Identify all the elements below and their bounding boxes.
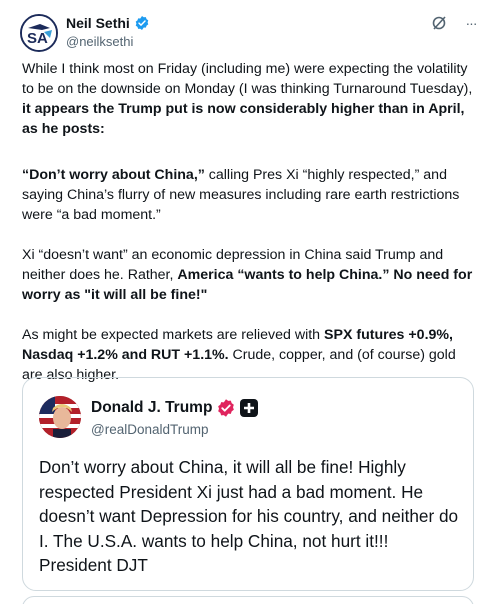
tweet-paragraph-3: Xi “doesn’t want” an economic depression… [22,245,474,305]
red-verified-icon [218,399,235,417]
grok-icon[interactable] [430,14,448,32]
more-label: ··· [465,15,478,31]
p4-text-1: As might be expected markets are relieve… [22,327,325,343]
quote-display-name[interactable]: Donald J. Trump [91,399,212,417]
tweet-text: While I think most on Friday (including … [22,59,474,405]
quote-handle[interactable]: @realDonaldTrump [91,422,258,437]
p2-bold: “Don’t worry about China,” [22,167,205,183]
trump-avatar[interactable] [39,396,81,438]
quote-author-names: Donald J. Trump @realDonaldTrump [91,398,259,437]
trump-avatar-icon [39,396,81,438]
p1-bold: it appears the Trump put is now consider… [22,101,465,137]
author-display-name[interactable]: Neil Sethi [66,15,130,31]
next-card [22,596,474,604]
tweet-paragraph-4: As might be expected markets are relieve… [22,325,474,385]
sethi-logo-avatar-icon: SA [22,16,56,50]
quoted-post[interactable]: Donald J. Trump @realDonaldTrump Don’t w… [22,377,474,591]
quote-text: Don’t worry about China, it will all be … [39,457,459,575]
more-icon[interactable]: ··· [462,14,480,32]
tweet-top-actions: ··· [430,14,480,32]
blue-verified-icon [135,16,149,30]
tweet-header: SA Neil Sethi @neilksethi ··· [20,14,480,54]
p1-text: While I think most on Friday (including … [22,61,473,97]
author-handle[interactable]: @neilksethi [66,34,150,49]
author-avatar[interactable]: SA [20,14,58,52]
tweet-paragraph-2: “Don’t worry about China,” calling Pres … [22,165,474,225]
author-names: Neil Sethi @neilksethi [66,15,150,49]
tweet-paragraph-1: While I think most on Friday (including … [22,59,474,139]
truth-social-plus-icon [240,399,259,417]
